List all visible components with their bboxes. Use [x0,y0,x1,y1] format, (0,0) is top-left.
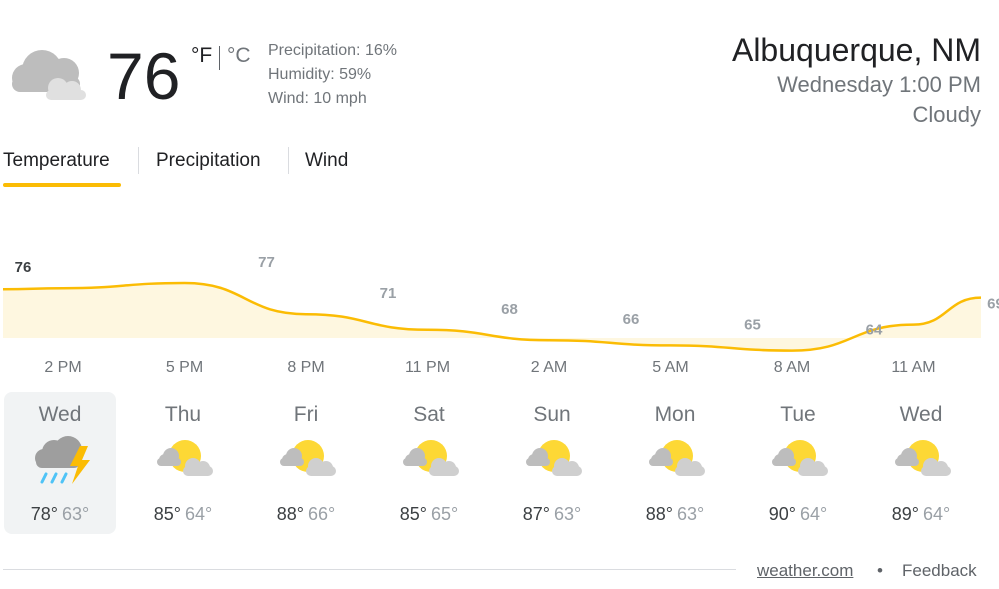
thunderstorm-icon [35,436,90,484]
chart-data-label: 66 [623,311,640,328]
cloudy-icon [12,50,86,100]
forecast-day[interactable]: Wed 78° 63° [4,392,116,534]
chart-data-label: 71 [380,285,397,302]
forecast-low: 64° [185,504,213,524]
forecast-day[interactable]: Mon 88° 63° [619,392,731,534]
partly-sunny-icon [895,440,951,476]
forecast-day[interactable]: Tue 90° 64° [742,392,854,534]
unit-fahrenheit-toggle[interactable]: °F [191,44,212,68]
tab-wind[interactable]: Wind [305,150,348,172]
humidity-detail: Humidity: 59% [268,66,372,83]
wind-detail: Wind: 10 mph [268,90,367,107]
forecast-high: 85° [399,504,427,524]
chart-time-label: 5 PM [166,359,203,376]
forecast-temps: 85° 65° [373,504,485,525]
temperature-chart: 76 2 PM 77 5 PM 71 8 PM 68 11 PM 66 2 AM 65 5 AM 64 8… [2,254,999,376]
forecast-temps: 78° 63° [4,504,116,525]
chart-time-label: 8 PM [287,359,324,376]
forecast-low: 66° [308,504,336,524]
tab-temperature[interactable]: Temperature [3,150,110,172]
forecast-low: 64° [800,504,828,524]
unit-celsius-toggle[interactable]: °C [227,44,251,68]
chart-time-label: 8 AM [774,359,810,376]
chart-time-label: 2 AM [531,359,567,376]
partly-sunny-icon [772,440,828,476]
tab-divider [288,147,289,174]
forecast-day[interactable]: Wed 89° 64° [865,392,977,534]
forecast-day[interactable]: Thu 85° 64° [127,392,239,534]
forecast-high: 85° [153,504,181,524]
forecast-temps: 85° 64° [127,504,239,525]
tab-precipitation[interactable]: Precipitation [156,150,261,172]
partly-sunny-icon [649,440,705,476]
chart-data-label: 69 [987,296,999,313]
forecast-day-name: Mon [654,403,696,426]
forecast-high: 90° [768,504,796,524]
footer-separator: • [877,561,883,580]
chart-data-label: 65 [744,316,761,333]
forecast-day-name: Wed [38,403,82,426]
forecast-temps: 89° 64° [865,504,977,525]
forecast-day-name: Sun [533,403,571,426]
forecast-day[interactable]: Sat 85° 65° [373,392,485,534]
forecast-high: 87° [522,504,550,524]
forecast-temps: 87° 63° [496,504,608,525]
forecast-high: 88° [645,504,673,524]
location-datetime: Wednesday 1:00 PM [777,72,981,97]
footer-divider [3,569,736,570]
source-link[interactable]: weather.com [757,561,853,581]
forecast-high: 78° [30,504,58,524]
forecast-low: 63° [62,504,90,524]
forecast-low: 63° [677,504,705,524]
partly-sunny-icon [526,440,582,476]
forecast-temps: 88° 63° [619,504,731,525]
chart-time-label: 2 PM [44,359,81,376]
forecast-day-name: Thu [164,403,202,426]
location-name: Albuquerque, NM [731,32,981,68]
forecast-high: 89° [891,504,919,524]
tab-divider [138,147,139,174]
tab-selected-indicator [3,183,121,187]
precipitation-detail: Precipitation: 16% [268,42,397,59]
forecast-temps: 90° 64° [742,504,854,525]
chart-data-label: 76 [15,259,32,276]
forecast-high: 88° [276,504,304,524]
chart-data-label: 64 [866,322,883,339]
current-temperature: 76 [107,39,181,113]
partly-sunny-icon [280,440,336,476]
forecast-temps: 88° 66° [250,504,362,525]
feedback-link[interactable]: Feedback [902,561,977,581]
temperature-area-fill [3,283,981,351]
forecast-low: 65° [431,504,459,524]
unit-divider [219,46,220,70]
chart-data-label: 68 [501,301,518,318]
chart-data-label: 77 [258,254,275,271]
partly-sunny-icon [403,440,459,476]
forecast-day[interactable]: Fri 88° 66° [250,392,362,534]
partly-sunny-icon [157,440,213,476]
chart-time-label: 5 AM [652,359,688,376]
forecast-low: 64° [923,504,951,524]
location-condition: Cloudy [912,102,981,127]
forecast-day-name: Fri [293,403,319,426]
forecast-low: 63° [554,504,582,524]
forecast-day[interactable]: Sun 87° 63° [496,392,608,534]
chart-time-label: 11 PM [405,359,450,376]
forecast-day-name: Wed [899,403,943,426]
forecast-day-name: Sat [413,403,445,426]
chart-time-label: 11 AM [891,359,935,376]
forecast-day-name: Tue [780,403,816,426]
